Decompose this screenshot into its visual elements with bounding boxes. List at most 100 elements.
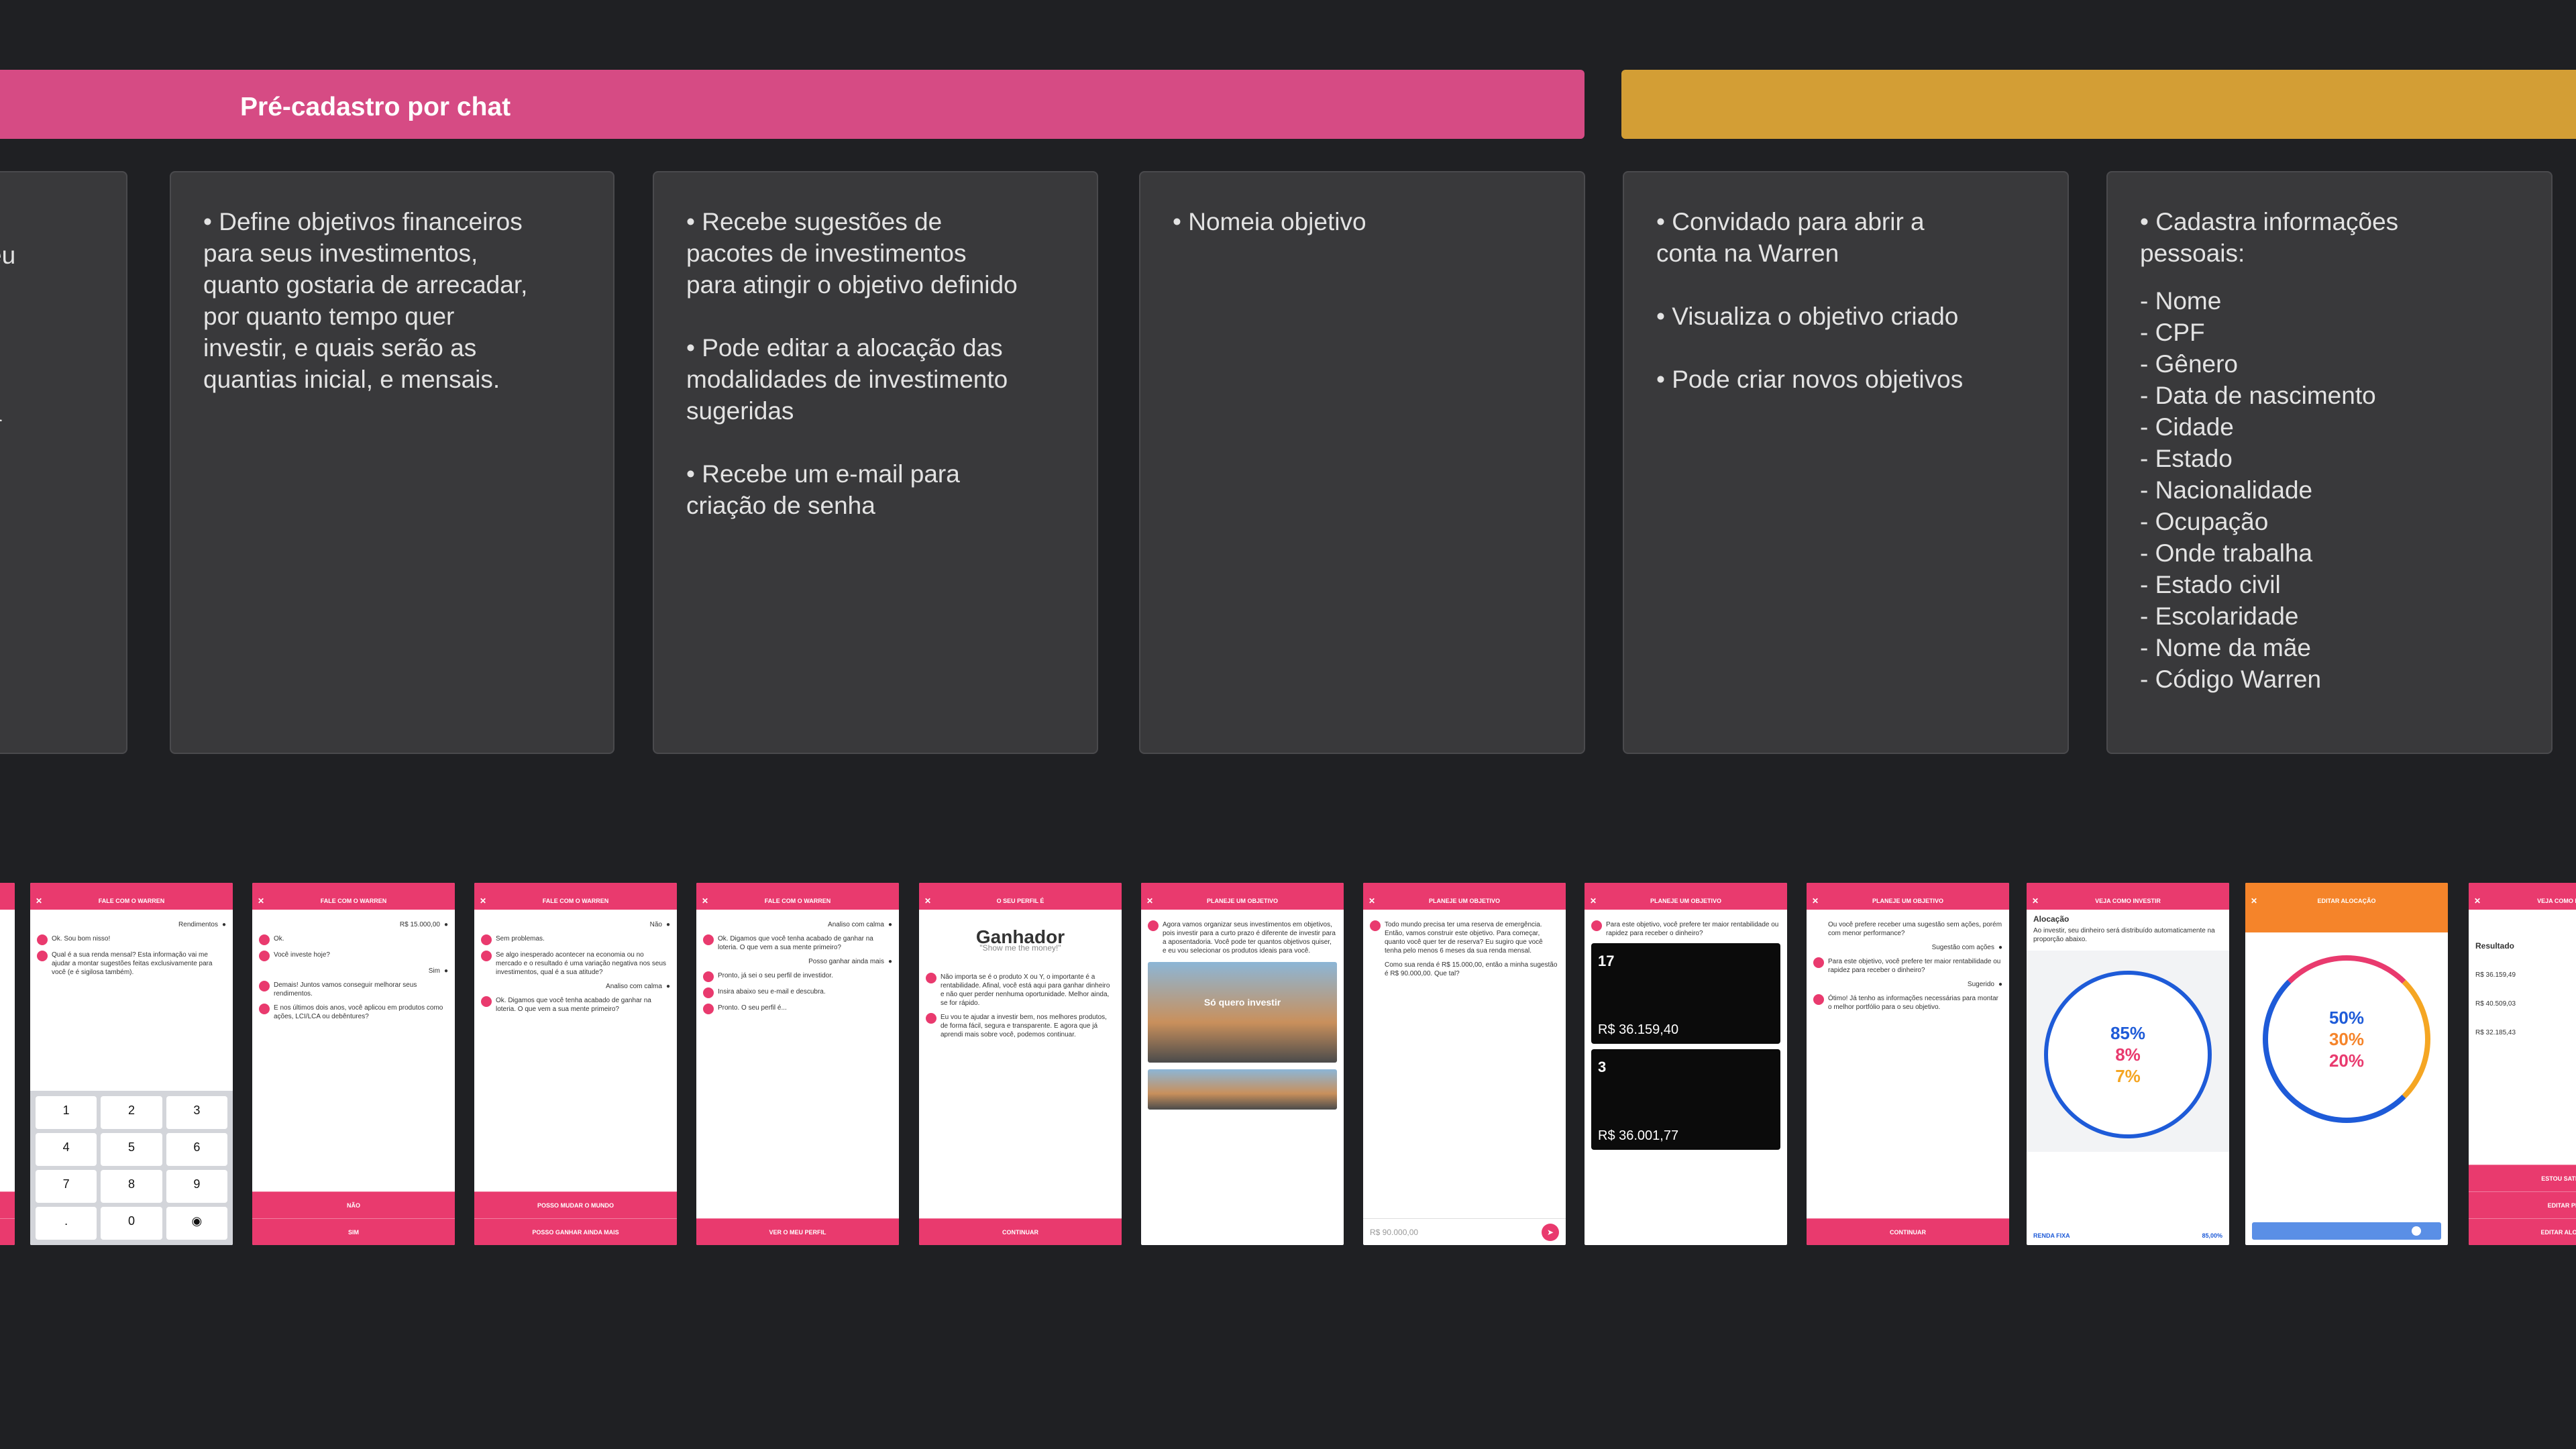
screen-header: ✕ Editar alocação [2245, 892, 2448, 932]
screen-header: ✕ Planeje um objetivo [1807, 892, 2009, 910]
phase-bar-cadastro [1621, 70, 2576, 139]
phone-screenshot-rentabilidade: ✕ Planeje um objetivo Para este objetivo,… [1585, 883, 1787, 1245]
card-fragment-left: eu a [0, 171, 127, 754]
close-icon[interactable]: ✕ [1812, 892, 1819, 910]
amount-input[interactable]: R$ 90.000,00 [1370, 1228, 1418, 1237]
chat-message: Insira abaixo seu e-mail e descubra. [703, 987, 892, 998]
card-nomeia: • Nomeia objetivo [1139, 171, 1585, 754]
chat-message: Todo mundo precisa ter uma reserva de em… [1370, 920, 1559, 955]
close-icon[interactable]: ✕ [2474, 892, 2481, 910]
journey-board: Pré-cadastro por chat eu a • Define obje… [0, 0, 2576, 1449]
close-icon[interactable]: ✕ [1368, 892, 1375, 910]
section-text: Ao investir, seu dinheiro será distribuí… [2033, 927, 2215, 943]
close-icon[interactable]: ✕ [1590, 892, 1597, 910]
screen-header: ✕ Fale com o Warren [30, 892, 233, 910]
option-card[interactable]: 3 R$ 36.001,77 [1591, 1049, 1780, 1150]
phone-screenshot-atitude: ✕Fale com o Warren Não Sem problemas. Se… [474, 883, 677, 1245]
answer-no-button[interactable]: Não [252, 1191, 455, 1218]
chat-message: Ok. Sou bom nisso! [37, 934, 226, 945]
screen-header: ✕Veja como investir [2027, 892, 2229, 910]
numeric-keypad[interactable]: 123 456 789 . 0 ◉ [30, 1091, 233, 1245]
card-objetivos: • Define objetivos financeiros para seus… [170, 171, 614, 754]
close-icon[interactable]: ✕ [36, 892, 42, 910]
phase-bar-pre-cadastro: Pré-cadastro por chat [0, 70, 1585, 139]
list-item: - Nome [2140, 287, 2222, 315]
card-text: • Define objetivos financeiros para seus… [203, 208, 528, 393]
result-value: R$ 40.509,03 [2475, 1000, 2516, 1008]
card-text-2: • Pode editar a alocação das modalidades… [686, 334, 1008, 425]
chat-message: Não importa se é o produto X ou Y, o imp… [926, 973, 1115, 1008]
allocation-donut: 50% 30% 20% [2263, 955, 2430, 1123]
close-icon[interactable]: ✕ [258, 892, 264, 910]
card-text-3: • Pode criar novos objetivos [1656, 366, 1964, 393]
chat-message: Você investe hoje? [259, 951, 448, 961]
profile-title: Ganhador [975, 926, 1065, 947]
chat-message: E nos últimos dois anos, você aplicou em… [259, 1004, 448, 1021]
continue-button[interactable]: Continuar [919, 1218, 1122, 1245]
section-title: Resultado [2475, 941, 2515, 951]
screen-header: ✕ Planeje um objetivo [1363, 892, 1566, 910]
close-icon[interactable]: ✕ [924, 892, 931, 910]
list-item: - Cidade [2140, 413, 2234, 441]
warren-avatar-icon [481, 996, 492, 1007]
edit-allocation-button[interactable]: Editar alocação [2469, 1218, 2576, 1245]
send-icon[interactable]: ➤ [1542, 1223, 1559, 1241]
card-fragment-text-2: a [0, 397, 2, 429]
chat-reply: Sugerido [1813, 980, 2002, 989]
warren-avatar-icon [481, 934, 492, 945]
goal-option-image-2[interactable] [1148, 1069, 1337, 1110]
phone-screenshot-resultado: ✕Veja como investir Resultado R$ 36.159,… [2469, 883, 2576, 1245]
phone-screenshot-objetivo: ✕ Planeje um objetivo Agora vamos organiz… [1141, 883, 1344, 1245]
allocation-value: 85,00% [2202, 1232, 2222, 1239]
chat-message: Ótimo! Já tenho as informações necessári… [1813, 994, 2002, 1012]
warren-avatar-icon [1813, 994, 1824, 1005]
close-icon[interactable]: ✕ [1146, 892, 1153, 910]
phone-screenshot-sugestao: ✕ Planeje um objetivo Ou você prefere rec… [1807, 883, 2009, 1245]
allocation-slider[interactable] [2252, 1222, 2441, 1240]
view-profile-button[interactable]: Ver o meu perfil [696, 1218, 899, 1245]
card-fragment-text-1: eu [0, 241, 16, 269]
answer-yes-button[interactable]: Sim [252, 1218, 455, 1245]
screen-header: ✕ Fale com o Warren [252, 892, 455, 910]
warren-avatar-icon [703, 987, 714, 998]
phone-screenshot-reserva: ✕ Planeje um objetivo Todo mundo precisa … [1363, 883, 1566, 1245]
warren-avatar-icon [926, 1013, 936, 1024]
answer-button-1[interactable]: Posso mudar o mundo [474, 1191, 677, 1218]
list-item: - Data de nascimento [2140, 382, 2376, 409]
continue-button[interactable]: Continuar [1807, 1218, 2009, 1245]
list-item: - Código Warren [2140, 665, 2322, 693]
warren-avatar-icon [259, 934, 270, 945]
warren-avatar-icon [1370, 920, 1381, 931]
card-text: • Nomeia objetivo [1173, 208, 1366, 235]
answer-button-2[interactable]: Posso ganhar ainda mais [474, 1218, 677, 1245]
list-item: - Onde trabalha [2140, 539, 2313, 567]
list-item: - Gênero [2140, 350, 2239, 378]
close-icon[interactable]: ✕ [480, 892, 486, 910]
result-value: R$ 36.159,49 [2475, 971, 2516, 979]
close-icon[interactable]: ✕ [2032, 892, 2039, 910]
warren-avatar-icon [703, 971, 714, 982]
edit-plan-button[interactable]: Editar plano [2469, 1191, 2576, 1218]
close-icon[interactable]: ✕ [2251, 892, 2257, 910]
option-card[interactable]: 17 R$ 36.159,40 [1591, 943, 1780, 1044]
phone-screenshot-alocacao: ✕ Veja como investir Alocação Ao investir… [2027, 883, 2229, 1245]
chat-message: Para este objetivo, você prefere ter mai… [1591, 920, 1780, 938]
list-item: - Ocupação [2140, 508, 2269, 535]
warren-avatar-icon [1813, 957, 1824, 968]
list-item: - CPF [2140, 319, 2205, 346]
chat-message: Ou você prefere receber uma sugestão sem… [1828, 921, 2002, 937]
allocation-donut: 85% 8% 7% [2044, 971, 2212, 1138]
chat-message: Demais! Juntos vamos conseguir melhorar … [259, 981, 448, 998]
chat-message: Para este objetivo, você prefere ter mai… [1813, 957, 2002, 975]
chat-message: Como sua renda é R$ 15.000,00, então a m… [1385, 961, 1558, 977]
close-icon[interactable]: ✕ [702, 892, 708, 910]
screen-header: ✕Veja como investir [2469, 892, 2576, 910]
chat-message: Ok. [259, 934, 448, 945]
phone-screenshot-investe: ✕Fale com o Warren R$ 15.000,00 Ok. Você… [252, 883, 455, 1245]
slider-handle[interactable] [2412, 1226, 2421, 1236]
goal-option-image[interactable]: Só quero investir [1148, 962, 1337, 1063]
chat-reply: Posso ganhar ainda mais [703, 957, 892, 966]
satisfied-button[interactable]: Estou satisfeito [2469, 1165, 2576, 1191]
warren-avatar-icon [37, 951, 48, 961]
list-item: - Estado civil [2140, 571, 2281, 598]
